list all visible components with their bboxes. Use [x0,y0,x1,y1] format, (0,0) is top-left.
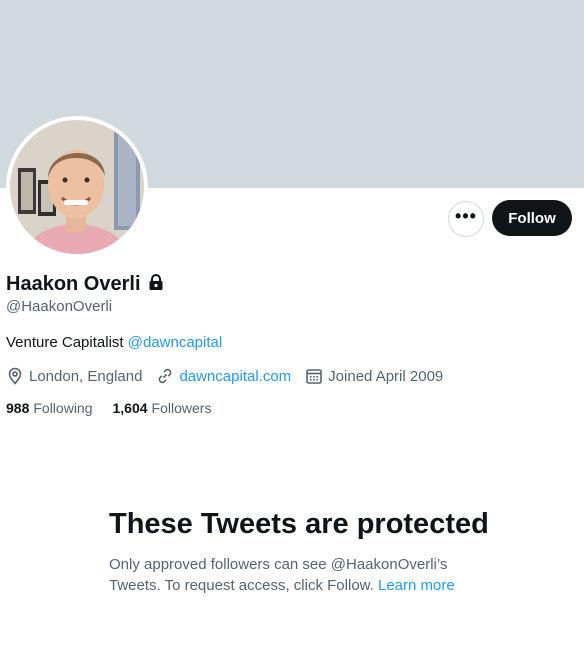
more-options-button[interactable]: ••• [448,201,484,237]
display-name: Haakon Overli [6,273,141,295]
website-link[interactable]: dawncapital.com [179,368,291,385]
following-count: 988 [6,400,30,416]
location-text: London, England [29,367,143,385]
protected-title: These Tweets are protected [109,508,489,540]
learn-more-link[interactable]: Learn more [378,577,455,594]
avatar-photo [10,120,144,254]
profile-bio: Venture Capitalist @dawncapital [6,334,222,351]
lock-icon [147,273,165,296]
profile-name-row: Haakon Overli [6,273,165,296]
following-label: Following [33,400,93,416]
profile-meta: London, England dawncapital.com Joined A… [6,367,457,385]
followers-label: Followers [151,400,212,416]
more-horizontal-icon: ••• [455,206,477,226]
avatar[interactable] [6,116,148,258]
link-icon [156,367,174,385]
follow-stats: 988 Following 1,604 Followers [6,400,231,416]
protected-body: Only approved followers can see @HaakonO… [109,554,489,596]
following-stat[interactable]: 988 Following [6,400,93,416]
location-pin-icon [6,367,24,385]
calendar-icon [305,367,323,385]
bio-mention-link[interactable]: @dawncapital [128,334,222,351]
protected-tweets-notice: These Tweets are protected Only approved… [109,507,489,596]
profile-website[interactable]: dawncapital.com [156,367,291,385]
follow-button[interactable]: Follow [492,200,572,236]
profile-location: London, England [6,367,142,385]
bio-text: Venture Capitalist [6,334,128,351]
followers-stat[interactable]: 1,604 Followers [113,400,212,416]
profile-handle: @HaakonOverli [6,298,113,315]
profile-joined: Joined April 2009 [305,367,443,385]
followers-count: 1,604 [112,400,148,416]
joined-text: Joined April 2009 [328,367,444,385]
